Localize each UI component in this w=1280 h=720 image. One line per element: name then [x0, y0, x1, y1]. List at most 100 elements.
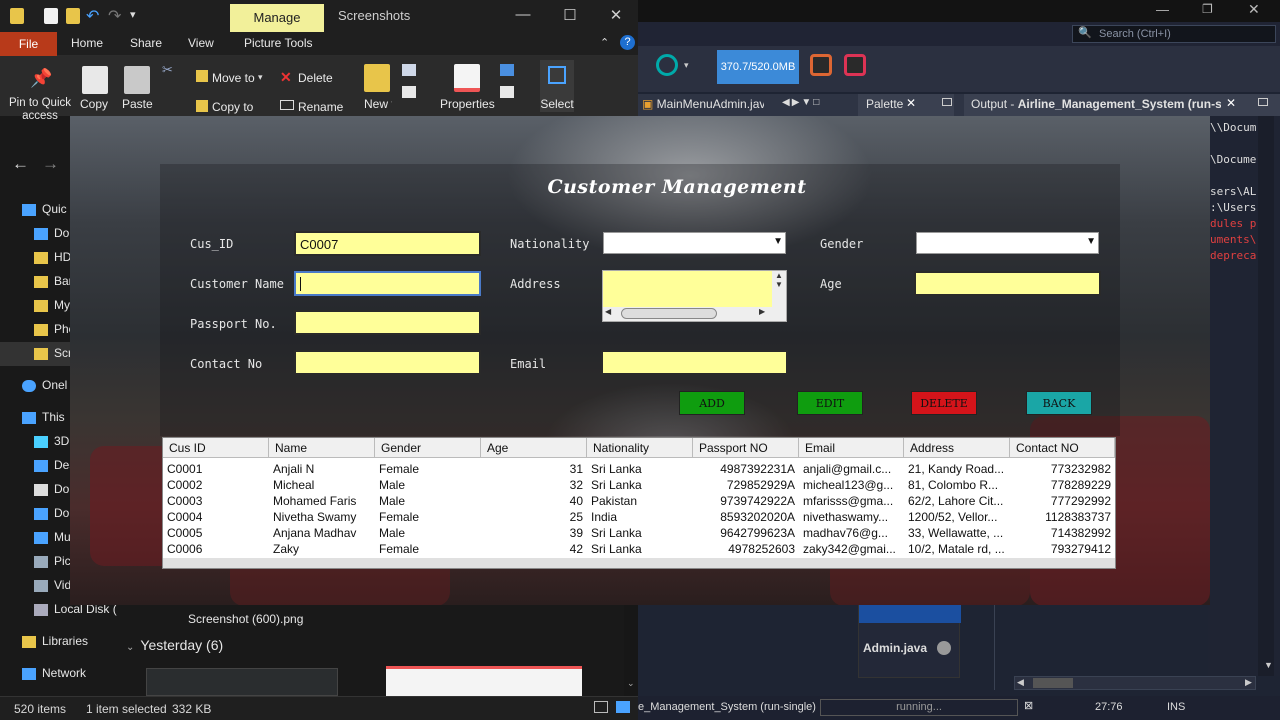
properties-icon[interactable]: [44, 8, 58, 24]
scroll-down-icon[interactable]: ⌄: [627, 678, 635, 689]
scroll-thumb[interactable]: [1033, 678, 1073, 688]
gc-icon[interactable]: [810, 54, 832, 76]
column-header[interactable]: Contact NO: [1010, 438, 1115, 458]
scroll-left-icon[interactable]: ◀: [605, 307, 611, 316]
tab-home[interactable]: Home: [71, 36, 103, 50]
move-to-button[interactable]: Move to: [212, 71, 255, 85]
undo-icon[interactable]: ↶: [86, 6, 99, 26]
thumbnail[interactable]: [386, 666, 582, 696]
profiler-icon[interactable]: [844, 54, 866, 76]
output-hscroll[interactable]: ◀ ▶: [1014, 676, 1256, 690]
age-field[interactable]: [914, 271, 1101, 296]
scroll-down-icon[interactable]: ▼: [1264, 660, 1273, 670]
nav-downloads[interactable]: Do: [0, 226, 70, 248]
file-item-label[interactable]: Screenshot (600).png: [188, 612, 303, 626]
minimize-icon[interactable]: [1258, 98, 1268, 106]
nav-music[interactable]: Mu: [0, 530, 70, 552]
nav-folder-screenshots[interactable]: Scr: [0, 342, 70, 366]
table-row[interactable]: C0003 Mohamed Faris Male 40 Pakistan 97397429…: [163, 493, 1115, 509]
nav-folder-pho[interactable]: Pho: [0, 322, 70, 344]
column-header[interactable]: Gender: [375, 438, 481, 458]
edit-icon[interactable]: [500, 86, 514, 98]
column-header[interactable]: Cus ID: [163, 438, 269, 458]
nav-folder-bar[interactable]: Bar: [0, 274, 70, 296]
restore-icon[interactable]: ❐: [1202, 2, 1213, 16]
stop-task-icon[interactable]: ⊠: [1024, 699, 1033, 712]
tab-share[interactable]: Share: [130, 36, 162, 50]
large-icons-view-icon[interactable]: [616, 701, 630, 713]
delete-button[interactable]: DELETE: [911, 391, 977, 415]
scroll-right-icon[interactable]: ▶: [759, 307, 765, 316]
nav-downloads-pc[interactable]: Do: [0, 506, 70, 528]
nav-documents[interactable]: Do: [0, 482, 70, 504]
memory-indicator[interactable]: 370.7/520.0MB: [717, 50, 799, 84]
nav-folder-my[interactable]: My: [0, 298, 70, 320]
tab-view[interactable]: View: [188, 36, 214, 50]
nav-videos[interactable]: Vid: [0, 578, 70, 600]
passport-field[interactable]: [294, 310, 481, 335]
new-item-icon[interactable]: [402, 64, 416, 76]
maximize-icon[interactable]: ☐: [555, 6, 585, 24]
nav-desktop[interactable]: Des: [0, 458, 70, 480]
minimize-icon[interactable]: [942, 98, 952, 106]
column-header[interactable]: Name: [269, 438, 375, 458]
tab-file[interactable]: File: [0, 32, 57, 56]
close-icon[interactable]: ✕: [906, 96, 916, 110]
column-header[interactable]: Nationality: [587, 438, 693, 458]
table-row[interactable]: C0004 Nivetha Swamy Female 25 India 859320202…: [163, 509, 1115, 525]
tab-picture-tools[interactable]: Picture Tools: [244, 36, 312, 50]
table-row[interactable]: C0002 Micheal Male 32 Sri Lanka 729852929A mic…: [163, 477, 1115, 493]
profile-icon[interactable]: [656, 54, 678, 76]
tab-output[interactable]: Output - Airline_Management_System (run-…: [971, 97, 1221, 111]
close-icon[interactable]: ✕: [601, 6, 631, 24]
close-icon[interactable]: ✕: [1226, 96, 1236, 110]
nav-folder-hd[interactable]: HD: [0, 250, 70, 272]
easy-access-icon[interactable]: [402, 86, 416, 98]
address-textarea[interactable]: ▲ ▼ ◀ ▶: [602, 270, 787, 322]
contact-field[interactable]: [294, 350, 481, 375]
minimize-icon[interactable]: —: [508, 6, 538, 23]
rename-button[interactable]: Rename: [298, 100, 343, 114]
column-header[interactable]: Passport NO: [693, 438, 799, 458]
help-icon[interactable]: ?: [620, 35, 635, 50]
cut-icon[interactable]: ✂: [162, 62, 173, 78]
tab-scroll-icons[interactable]: ◀▶▼□: [782, 97, 821, 108]
tab-mainmenuadmin[interactable]: ▣ MainMenuAdmin.java...: [642, 97, 764, 111]
tab-manage[interactable]: Manage: [230, 4, 324, 32]
thumbnail[interactable]: [146, 668, 338, 696]
new-folder-button[interactable]: New folder: [364, 97, 392, 113]
properties-button[interactable]: Properties: [440, 97, 495, 111]
customer-table[interactable]: Cus ID Name Gender Age Nationality Passport N…: [162, 437, 1116, 569]
add-button[interactable]: ADD: [679, 391, 745, 415]
scroll-thumb[interactable]: [621, 308, 717, 319]
column-header[interactable]: Email: [799, 438, 904, 458]
collapse-ribbon-icon[interactable]: ⌃: [600, 36, 609, 49]
nav-quick-access[interactable]: Quic: [0, 202, 70, 224]
ide-search-input[interactable]: Search (Ctrl+I): [1072, 25, 1276, 43]
nationality-select[interactable]: ▼: [603, 232, 786, 254]
nav-pictures[interactable]: Pic: [0, 554, 70, 576]
textarea-vscroll[interactable]: ▲ ▼: [772, 271, 786, 307]
group-header[interactable]: ⌄ Yesterday (6): [126, 637, 223, 653]
back-arrow-icon[interactable]: ←: [12, 154, 29, 174]
email-field[interactable]: [601, 350, 788, 375]
table-row[interactable]: C0006 Zaky Female 42 Sri Lanka 4978252603 zaky…: [163, 541, 1115, 557]
redo-icon[interactable]: ↷: [108, 6, 121, 26]
minimize-icon[interactable]: —: [1156, 2, 1169, 17]
output-scrollbar[interactable]: [1258, 116, 1274, 676]
copy-button[interactable]: Copy: [80, 97, 108, 111]
table-row[interactable]: C0005 Anjana Madhav Male 39 Sri Lanka 9642799…: [163, 525, 1115, 541]
back-button[interactable]: BACK: [1026, 391, 1092, 415]
scroll-right-icon[interactable]: ▶: [1245, 677, 1252, 688]
nav-libraries[interactable]: Libraries: [0, 634, 120, 656]
paste-button[interactable]: Paste: [122, 97, 153, 111]
close-icon[interactable]: ✕: [1248, 1, 1260, 18]
nav-this-pc[interactable]: This: [0, 410, 70, 432]
gender-select[interactable]: ▼: [916, 232, 1099, 254]
column-header[interactable]: Address: [904, 438, 1010, 458]
scroll-left-icon[interactable]: ◀: [1017, 677, 1024, 688]
nav-3d-objects[interactable]: 3D: [0, 434, 70, 456]
nav-network[interactable]: Network: [0, 666, 120, 688]
delete-button[interactable]: Delete: [298, 71, 333, 85]
tab-palette[interactable]: Palette: [866, 97, 903, 111]
